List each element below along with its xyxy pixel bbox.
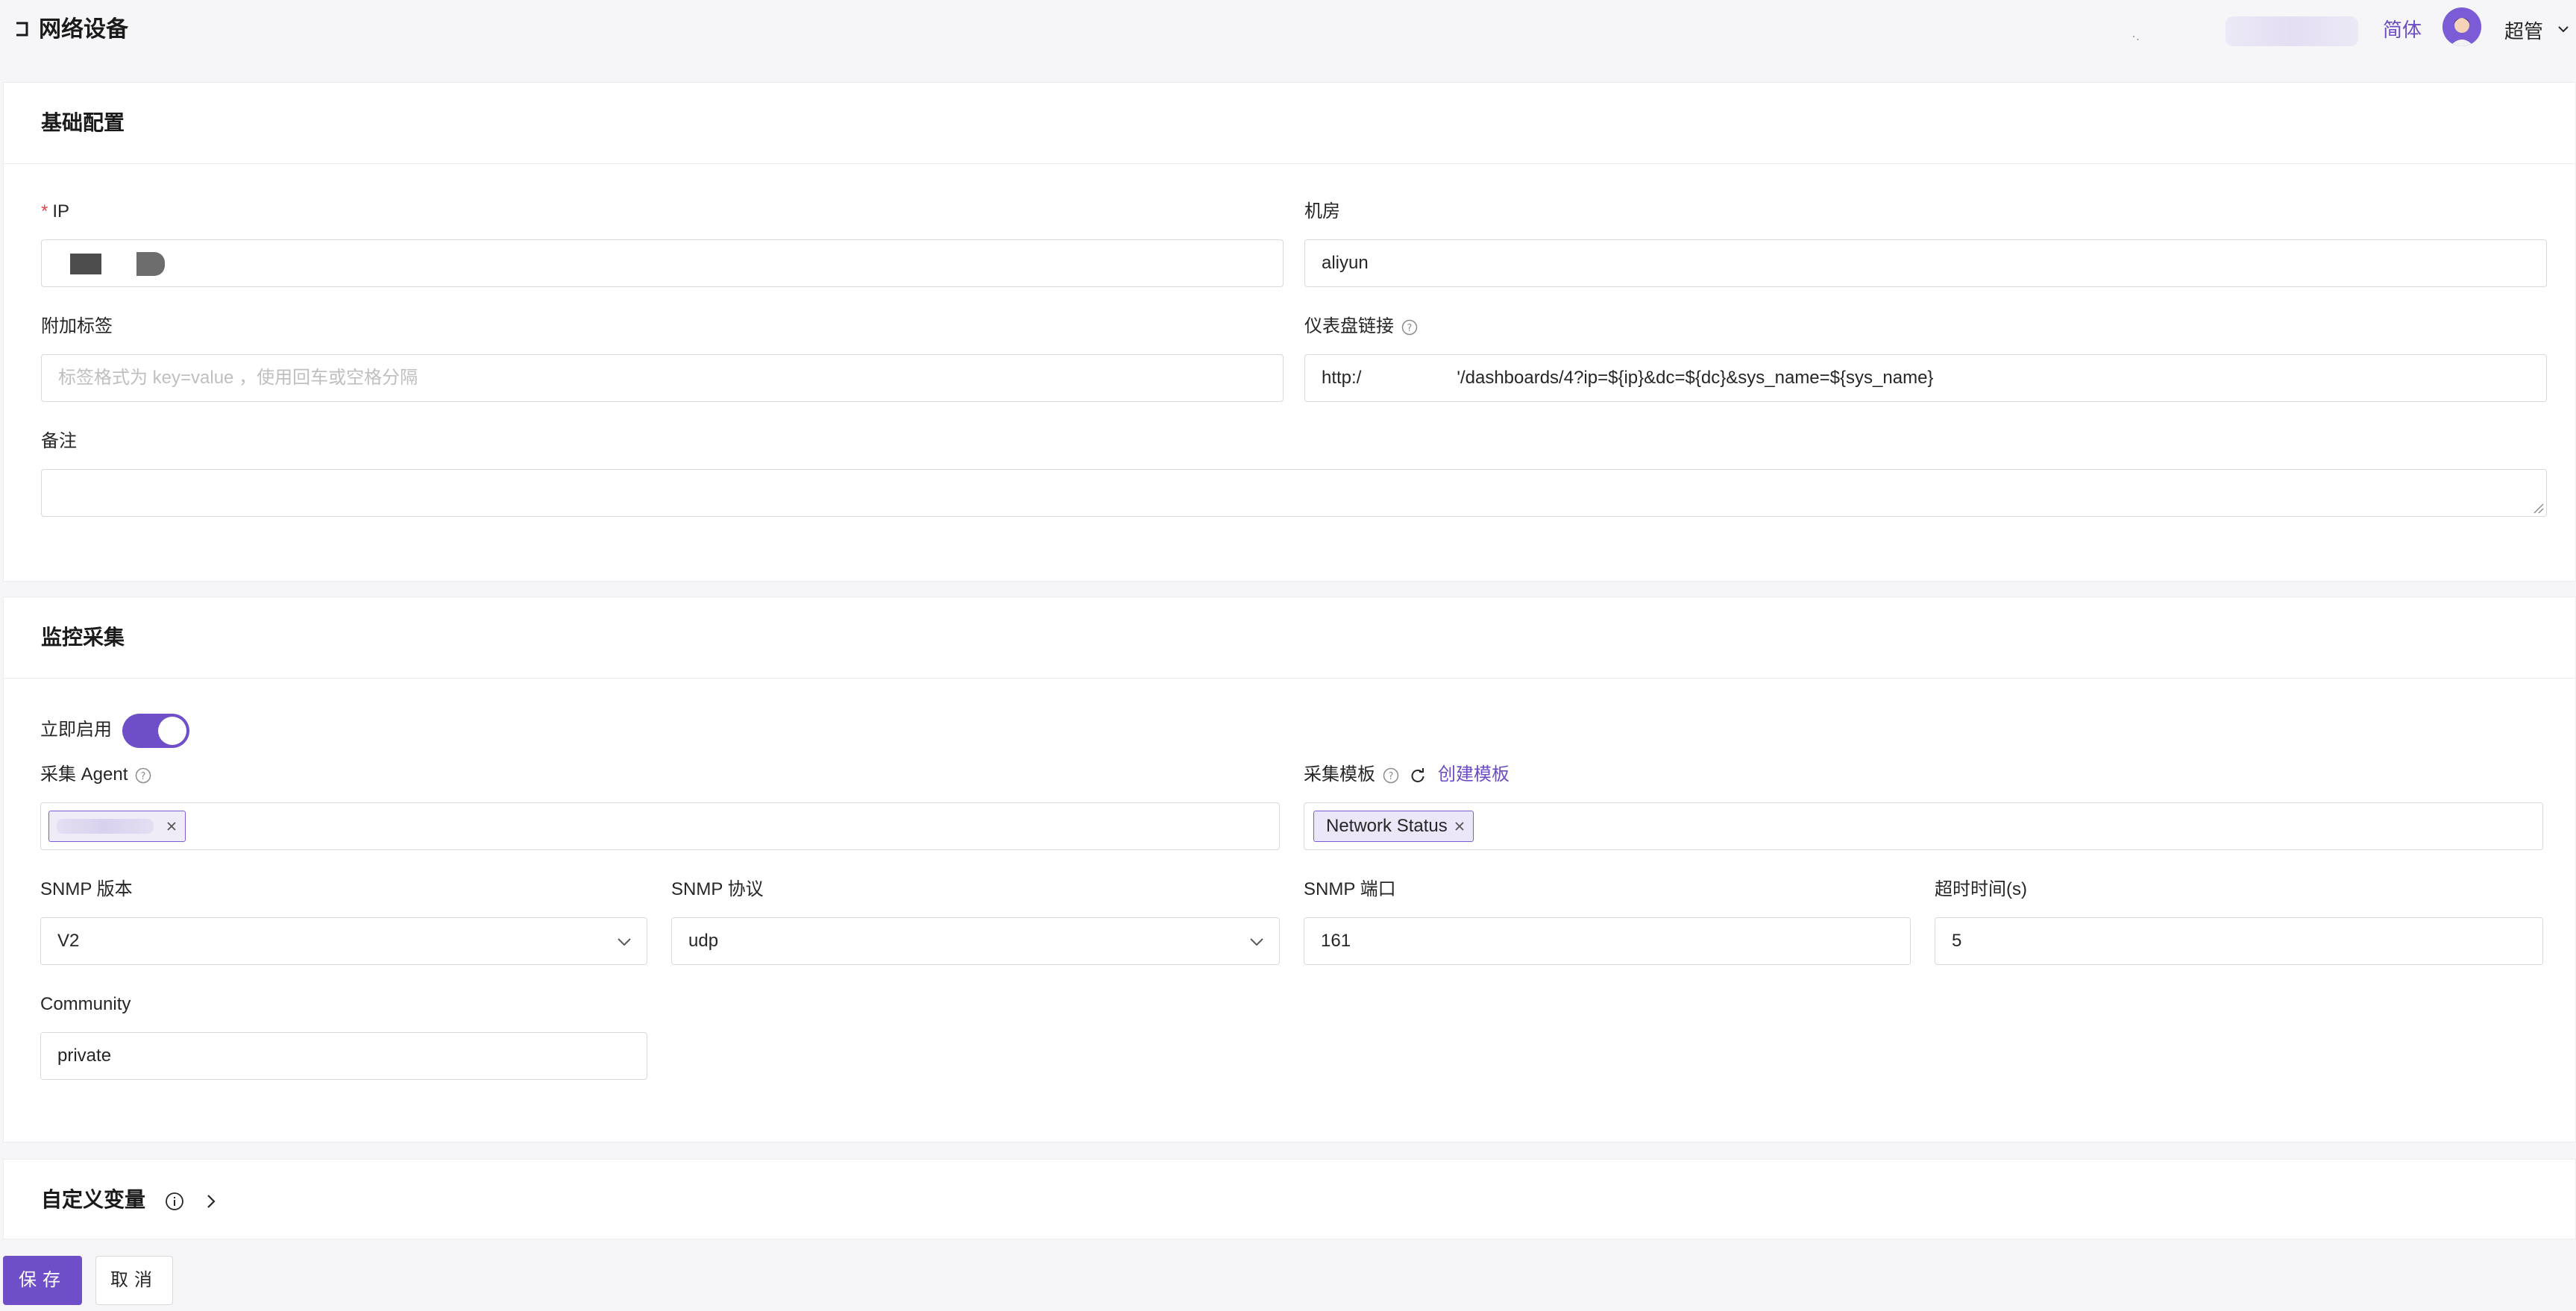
timeout-input[interactable]: 5 <box>1935 917 2543 965</box>
chevron-down-icon <box>1250 938 1263 946</box>
blurred-text: ·. <box>2132 28 2140 43</box>
community-label: Community <box>40 994 131 1014</box>
ip-label: * IP <box>41 199 69 224</box>
redacted-block <box>136 251 165 276</box>
svg-text:?: ? <box>1407 323 1413 334</box>
dashboard-link-prefix: http:/ <box>1322 368 1362 388</box>
section-title-basic: 基础配置 <box>41 111 125 134</box>
refresh-icon[interactable] <box>1410 767 1426 784</box>
save-button[interactable]: 保存 <box>3 1256 82 1305</box>
ip-label-text: IP <box>52 201 70 221</box>
svg-text:?: ? <box>1389 771 1394 782</box>
enable-toggle[interactable] <box>122 714 189 748</box>
close-icon[interactable] <box>1454 820 1466 832</box>
tags-label: 附加标签 <box>41 316 113 336</box>
timeout-label: 超时时间(s) <box>1935 879 2027 899</box>
note-label: 备注 <box>41 431 77 451</box>
toggle-knob <box>158 717 186 745</box>
resize-handle-icon[interactable] <box>2532 502 2544 514</box>
svg-text:?: ? <box>141 771 146 782</box>
section-title-monitor: 监控采集 <box>41 626 125 649</box>
note-textarea[interactable] <box>41 469 2547 517</box>
required-mark: * <box>41 201 48 221</box>
language-switch[interactable]: 简体 <box>2383 16 2422 43</box>
custom-variables-card[interactable]: 自定义变量 <box>3 1159 2576 1239</box>
dashboard-label-text: 仪表盘链接 <box>1304 316 1394 336</box>
cancel-button[interactable]: 取消 <box>95 1256 173 1305</box>
room-label: 机房 <box>1304 201 1340 221</box>
close-icon[interactable] <box>166 820 178 832</box>
info-icon[interactable] <box>165 1192 184 1211</box>
dashboard-link-path: '/dashboards/4?ip=${ip}&dc=${dc}&sys_nam… <box>1457 368 1934 388</box>
enable-label: 立即启用 <box>40 720 112 740</box>
user-name[interactable]: 超管 <box>2504 18 2543 45</box>
template-label: 采集模板? 创建模板 <box>1304 762 1510 787</box>
snmp-protocol-value: udp <box>688 931 719 951</box>
chevron-down-icon <box>618 938 631 946</box>
dashboard-link-input[interactable]: http:/ '/dashboards/4?ip=${ip}&dc=${dc}&s… <box>1304 354 2547 402</box>
template-select[interactable]: Network Status <box>1304 802 2543 850</box>
redacted-agent-name <box>57 819 154 834</box>
chevron-down-icon[interactable] <box>2557 22 2570 36</box>
tags-input[interactable]: 标签格式为 key=value ，使用回车或空格分隔 <box>41 354 1284 402</box>
template-tag[interactable]: Network Status <box>1313 811 1474 842</box>
redacted-block <box>70 253 101 274</box>
snmp-port-label: SNMP 端口 <box>1304 879 1396 899</box>
avatar-icon <box>2443 7 2481 46</box>
room-input[interactable]: aliyun <box>1304 239 2547 287</box>
help-icon[interactable]: ? <box>1401 319 1418 336</box>
page-title: 网络设备 <box>39 17 128 42</box>
agent-select[interactable] <box>40 802 1280 850</box>
agent-tag[interactable] <box>48 811 186 842</box>
snmp-version-value: V2 <box>57 931 80 951</box>
section-title-custom: 自定义变量 <box>41 1185 220 1215</box>
card-header: 监控采集 <box>4 597 2575 679</box>
template-label-text: 采集模板 <box>1304 764 1375 785</box>
snmp-port-input[interactable]: 161 <box>1304 917 1911 965</box>
create-template-link[interactable]: 创建模板 <box>1438 764 1510 785</box>
chevron-right-icon[interactable] <box>202 1192 220 1210</box>
dashboard-label: 仪表盘链接? <box>1304 314 1418 339</box>
agent-label: 采集 Agent? <box>40 762 151 787</box>
back-icon[interactable] <box>13 20 30 38</box>
snmp-version-select[interactable]: V2 <box>40 917 647 965</box>
help-icon[interactable]: ? <box>135 767 151 784</box>
card-header: 基础配置 <box>4 83 2575 164</box>
custom-title-text: 自定义变量 <box>41 1188 146 1211</box>
community-input[interactable]: private <box>40 1032 647 1080</box>
top-bar: 网络设备 ·. 简体 超管 <box>0 0 2576 61</box>
snmp-protocol-select[interactable]: udp <box>671 917 1280 965</box>
snmp-protocol-label: SNMP 协议 <box>671 879 764 899</box>
agent-label-text: 采集 Agent <box>40 764 128 785</box>
avatar[interactable] <box>2443 7 2481 46</box>
snmp-version-label: SNMP 版本 <box>40 879 133 899</box>
ip-input[interactable] <box>41 239 1284 287</box>
help-icon[interactable]: ? <box>1383 767 1399 784</box>
blurred-search <box>2225 16 2358 46</box>
template-tag-label: Network Status <box>1326 816 1448 836</box>
basic-config-card: 基础配置 * IP 机房 aliyun 附加标签 标签格式为 key=value … <box>3 82 2576 582</box>
